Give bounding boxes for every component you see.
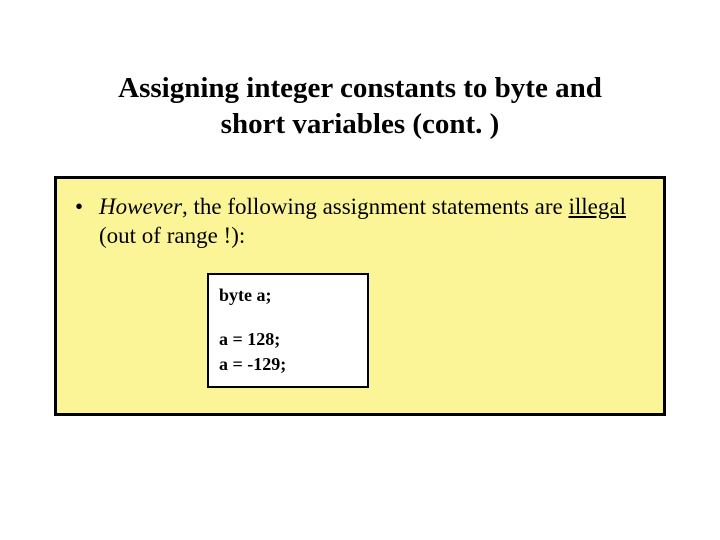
bullet-item: • However, the following assignment stat… bbox=[75, 193, 645, 251]
content-box: • However, the following assignment stat… bbox=[54, 176, 666, 416]
bullet-text: However, the following assignment statem… bbox=[99, 193, 645, 251]
code-line-1: a = 128; bbox=[219, 327, 357, 351]
code-line-2: a = -129; bbox=[219, 352, 357, 376]
code-declaration: byte a; bbox=[219, 283, 357, 307]
bullet-tail: (out of range !): bbox=[99, 223, 245, 248]
title-line-1: Assigning integer constants to byte and bbox=[118, 72, 602, 104]
slide-title: Assigning integer constants to byte and … bbox=[0, 70, 720, 143]
code-blank-line bbox=[219, 307, 357, 327]
slide: Assigning integer constants to byte and … bbox=[0, 0, 720, 540]
word-however: However bbox=[99, 194, 182, 219]
word-illegal: illegal bbox=[568, 194, 625, 219]
code-box: byte a; a = 128; a = -129; bbox=[207, 273, 369, 388]
bullet-mark: • bbox=[75, 193, 83, 222]
title-line-2: short variables (cont. ) bbox=[221, 108, 500, 140]
bullet-mid: , the following assignment statements ar… bbox=[182, 194, 568, 219]
